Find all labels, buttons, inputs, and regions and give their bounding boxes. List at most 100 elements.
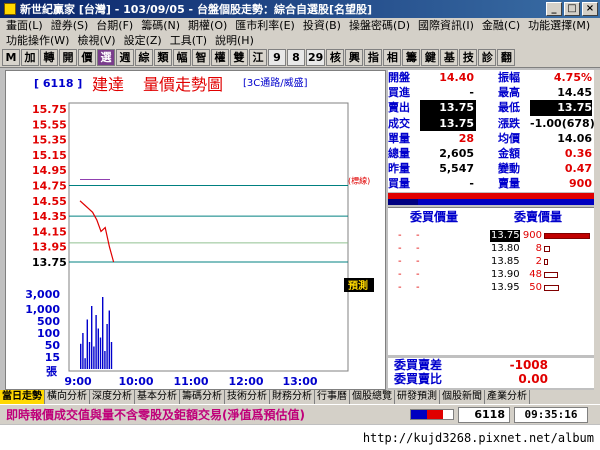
tab-0[interactable]: 當日走勢 [0, 390, 45, 404]
toolbar-button-4[interactable]: 價 [78, 49, 96, 66]
tab-7[interactable]: 行事曆 [315, 390, 350, 404]
tab-6[interactable]: 財務分析 [270, 390, 315, 404]
close-button[interactable]: × [582, 2, 598, 16]
toolbar: M 加轉開價選週綜類幅智權雙江 9 8 29 核興指相籌鍵基技診翻 [0, 48, 600, 68]
toolbar-button-24[interactable]: 技 [459, 49, 478, 66]
tab-3[interactable]: 基本分析 [135, 390, 180, 404]
tab-11[interactable]: 產業分析 [485, 390, 530, 404]
menu-item-4[interactable]: 期權(O) [184, 18, 231, 33]
menu-item-5[interactable]: 匯市利率(E) [231, 18, 299, 33]
menu-item-0[interactable]: 畫面(L) [2, 18, 47, 33]
toolbar-button-13[interactable]: 江 [249, 49, 267, 66]
quote-value: - [469, 86, 474, 100]
quote-label: 總量 [388, 146, 410, 160]
toolbar-button-26[interactable]: 翻 [497, 49, 516, 66]
order-book: 委買價量 委賣價量 - - - - - - - - - - 13.75 900 13.80 8 13.85 2… [388, 207, 594, 355]
toolbar-button-16[interactable]: 29 [306, 49, 326, 66]
y-tick-label: 14.95 [32, 164, 67, 177]
menu-item-6[interactable]: 投資(B) [299, 18, 345, 33]
minimize-button[interactable]: _ [546, 2, 562, 16]
status-message: 即時報價成交值與量不含零股及鉅額交易(淨值爲預估值) [6, 408, 305, 422]
tab-2[interactable]: 深度分析 [90, 390, 135, 404]
quote-row: 買進 - 最高 14.45 [388, 85, 594, 100]
quote-value: -1.00(678) [530, 116, 595, 130]
chart-svg: [ 6118 ] 建達 量價走勢圖 [3C通路/威盛] 15.75 15.55 15.35 1… [25, 75, 374, 388]
toolbar-button-18[interactable]: 興 [345, 49, 364, 66]
toolbar-button-19[interactable]: 指 [364, 49, 383, 66]
toolbar-button-25[interactable]: 診 [478, 49, 497, 66]
toolbar-button-0[interactable]: M [2, 49, 20, 66]
quote-label: 賣出 [388, 101, 410, 115]
menu-item-1[interactable]: 證券(S) [47, 18, 93, 33]
toolbar-button-12[interactable]: 雙 [230, 49, 248, 66]
menu-item-12[interactable]: 檢視(V) [73, 33, 119, 48]
volume-bar [97, 328, 99, 369]
ask-price: 13.80 [491, 243, 520, 254]
menu-item-13[interactable]: 設定(Z) [120, 33, 166, 48]
menu-item-2[interactable]: 台期(F) [92, 18, 137, 33]
quote-value: 14.06 [557, 131, 592, 145]
chart-title: 量價走勢圖 [143, 75, 223, 94]
quote-value: 4.75% [553, 71, 592, 84]
toolbar-button-10[interactable]: 智 [192, 49, 210, 66]
y-tick-label: 14.35 [32, 210, 67, 223]
menu-item-11[interactable]: 功能操作(W) [2, 33, 73, 48]
reference-label: (標線) [348, 176, 370, 186]
x-tick-label: 9:00 [64, 375, 92, 388]
quote-label: 買進 [388, 86, 410, 100]
toolbar-button-11[interactable]: 權 [211, 49, 229, 66]
toolbar-button-23[interactable]: 基 [440, 49, 459, 66]
toolbar-button-20[interactable]: 相 [383, 49, 402, 66]
toolbar-button-15[interactable]: 8 [287, 49, 305, 66]
vertical-scrollbar[interactable] [594, 70, 600, 390]
quote-value: - [469, 177, 474, 191]
toolbar-button-14[interactable]: 9 [268, 49, 286, 66]
toolbar-button-9[interactable]: 幅 [173, 49, 191, 66]
app-icon [4, 3, 16, 15]
bid-row: -- [398, 230, 420, 241]
toolbar-button-22[interactable]: 鍵 [421, 49, 440, 66]
quote-row: 買量 - 賣量 900 [388, 176, 594, 191]
toolbar-button-2[interactable]: 轉 [40, 49, 58, 66]
menu-item-8[interactable]: 國際資訊(I) [414, 18, 478, 33]
quote-value: 0.36 [564, 146, 592, 160]
bid-row: -- [398, 256, 420, 267]
menu-bar: 畫面(L) 證券(S) 台期(F) 籌碼(N) 期權(O) 匯市利率(E) 投資(B) 操盤密… [0, 18, 600, 48]
stock-code-field[interactable]: 6118 [458, 406, 510, 423]
tab-10[interactable]: 個股新聞 [440, 390, 485, 404]
toolbar-button-5[interactable]: 選 [97, 49, 115, 66]
menu-item-7[interactable]: 操盤密碼(D) [345, 18, 414, 33]
toolbar-button-3[interactable]: 開 [59, 49, 77, 66]
volume-bar [108, 310, 110, 369]
menu-item-14[interactable]: 工具(T) [166, 33, 211, 48]
stock-code-label: [ 6118 ] [34, 77, 82, 90]
footer: http://kujd3268.pixnet.net/album [0, 425, 600, 450]
toolbar-button-21[interactable]: 籌 [402, 49, 421, 66]
menu-item-3[interactable]: 籌碼(N) [137, 18, 184, 33]
tab-1[interactable]: 橫向分析 [45, 390, 90, 404]
volume-bar [82, 333, 84, 369]
y-tick-label: 14.55 [32, 195, 67, 208]
volume-unit: 張 [46, 365, 58, 378]
price-volume-chart[interactable]: [ 6118 ] 建達 量價走勢圖 [3C通路/威盛] 15.75 15.55 15.35 1… [5, 70, 386, 390]
volume-bar [104, 351, 106, 369]
toolbar-button-7[interactable]: 綜 [135, 49, 153, 66]
tab-9[interactable]: 研發預測 [395, 390, 440, 404]
diff-value: -1008 [509, 358, 548, 372]
tab-8[interactable]: 個股總覽 [350, 390, 395, 404]
toolbar-button-17[interactable]: 核 [326, 49, 345, 66]
tab-4[interactable]: 籌碼分析 [180, 390, 225, 404]
menu-item-9[interactable]: 金融(C) [478, 18, 524, 33]
maximize-button[interactable]: □ [564, 2, 580, 16]
menu-item-10[interactable]: 功能選擇(M) [524, 18, 594, 33]
toolbar-button-6[interactable]: 週 [116, 49, 134, 66]
price-line [79, 200, 115, 263]
tab-5[interactable]: 技術分析 [225, 390, 270, 404]
menu-item-15[interactable]: 說明(H) [211, 33, 258, 48]
toolbar-button-8[interactable]: 類 [154, 49, 172, 66]
ask-volume-bar [544, 233, 590, 239]
ask-price: 13.95 [491, 282, 520, 293]
diff-label: 委買賣差 [394, 358, 443, 372]
toolbar-button-1[interactable]: 加 [21, 49, 39, 66]
quote-label: 最低 [498, 101, 520, 115]
